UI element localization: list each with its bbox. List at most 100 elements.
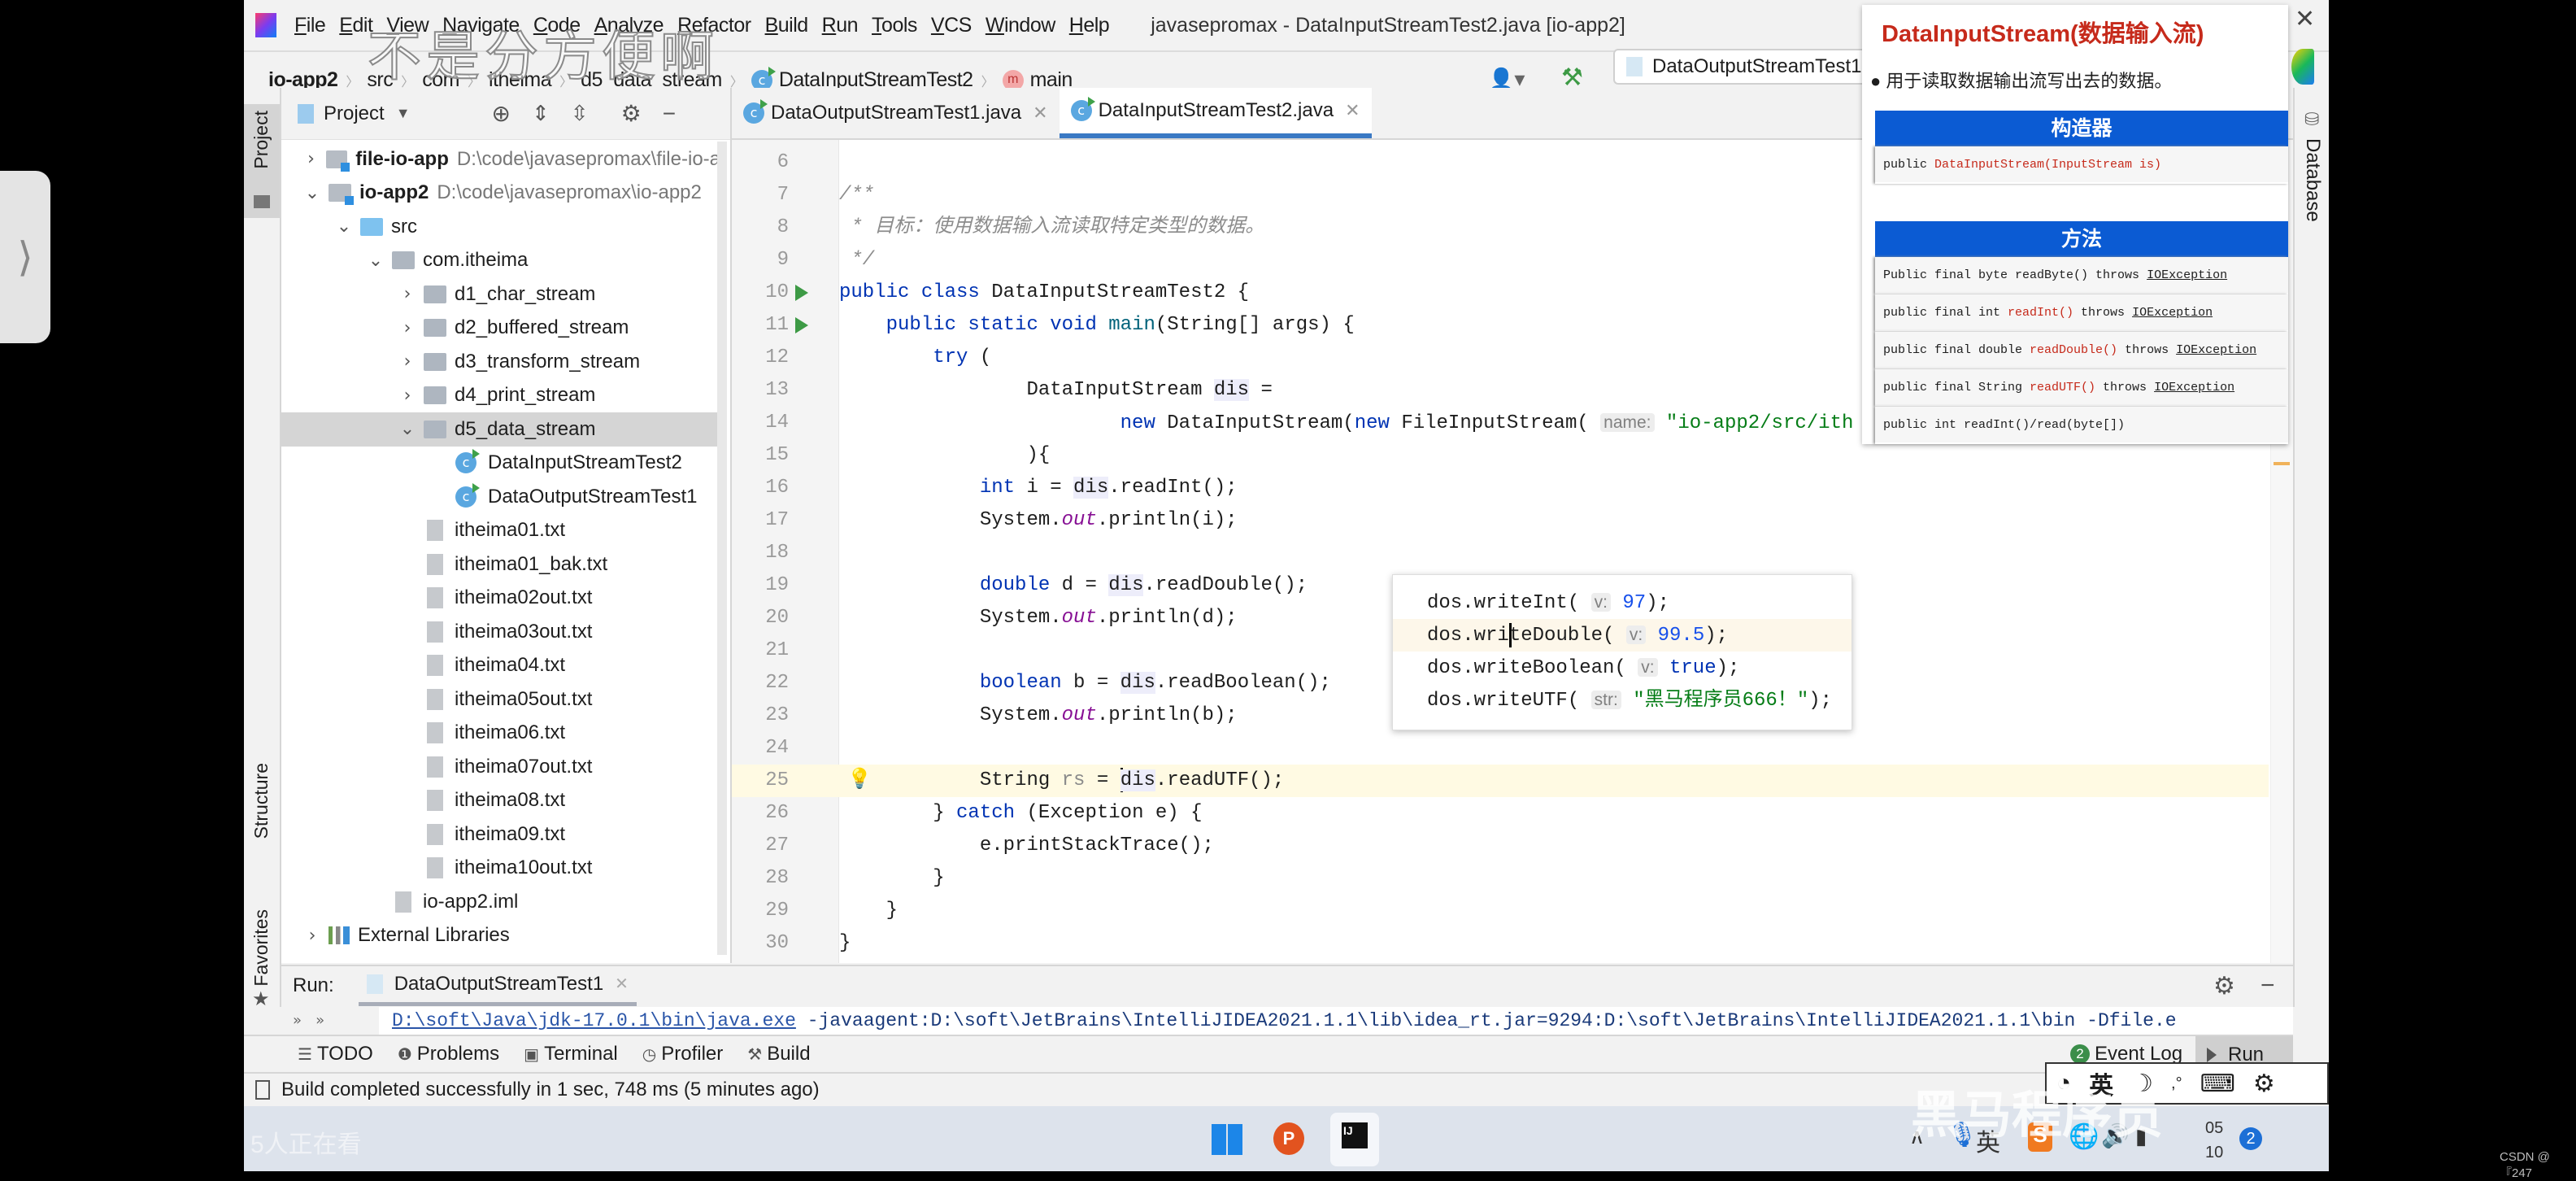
editor-tab[interactable]: c DataOutputStreamTest1.java ✕ bbox=[732, 88, 1060, 138]
code-token: } bbox=[839, 932, 851, 954]
collapse-all-icon[interactable]: ⇳ bbox=[571, 101, 589, 126]
tool-tab-profiler[interactable]: ◷ Profiler bbox=[642, 1043, 723, 1066]
gear-icon[interactable]: ⚙ bbox=[621, 100, 642, 127]
tree-item[interactable]: ⌄ d5_data_stream bbox=[281, 412, 720, 447]
tree-item[interactable]: › d3_transform_stream bbox=[281, 345, 720, 379]
tree-item[interactable]: › d1_char_stream bbox=[281, 277, 720, 312]
tree-item[interactable]: itheima02out.txt bbox=[281, 582, 720, 616]
favorites-tool-button[interactable]: Favorites bbox=[250, 909, 272, 987]
tree-item[interactable]: › External Libraries bbox=[281, 919, 720, 953]
side-handle[interactable]: ⟩ bbox=[0, 171, 50, 343]
tree-item[interactable]: itheima04.txt bbox=[281, 649, 720, 683]
database-icon: ⛁ bbox=[2304, 109, 2320, 129]
text-file-icon bbox=[427, 587, 443, 609]
close-tab-icon[interactable]: ✕ bbox=[1033, 102, 1047, 124]
code-token: dos.writeBoolean( bbox=[1427, 657, 1638, 679]
locate-icon[interactable]: ⊕ bbox=[492, 100, 511, 127]
project-tool-button[interactable]: Project bbox=[244, 104, 280, 218]
expand-all-icon[interactable]: ⇕ bbox=[532, 101, 550, 126]
close-tab-icon[interactable]: ✕ bbox=[1345, 100, 1360, 121]
gear-icon[interactable]: ⚙ bbox=[2253, 1070, 2275, 1098]
intellij-taskbar-icon[interactable]: IJ bbox=[1330, 1113, 1379, 1166]
code-token: .println(b); bbox=[1096, 704, 1238, 726]
java-path-link[interactable]: D:\soft\Java\jdk-17.0.1\bin\java.exe bbox=[392, 1010, 796, 1031]
menu-vcs[interactable]: VCS bbox=[931, 14, 972, 37]
notification-badge[interactable]: 2 bbox=[2239, 1127, 2262, 1150]
tab-label: DataInputStreamTest2.java bbox=[1098, 99, 1334, 121]
console-line: » » D:\soft\Java\jdk-17.0.1\bin\java.exe… bbox=[281, 1007, 2293, 1035]
run-config-selector[interactable]: DataOutputStreamTest1 bbox=[1613, 49, 1873, 85]
menu-help[interactable]: Help bbox=[1069, 14, 1110, 37]
menu-file[interactable]: File bbox=[294, 14, 326, 37]
punctuation-icon[interactable]: ,° bbox=[2171, 1074, 2182, 1093]
tree-item[interactable]: itheima10out.txt bbox=[281, 852, 720, 886]
chevron-right-icon[interactable]: › bbox=[391, 351, 424, 372]
profiler-icon: ◷ bbox=[642, 1046, 657, 1064]
tree-item[interactable]: › d2_buffered_stream bbox=[281, 312, 720, 346]
menu-build[interactable]: Build bbox=[765, 14, 809, 37]
tree-item[interactable]: itheima06.txt bbox=[281, 717, 720, 751]
run-gutter-icon[interactable] bbox=[795, 285, 808, 301]
clock[interactable]: 05 10 bbox=[2205, 1116, 2223, 1165]
tree-item[interactable]: ⌄ io-app2 D:\code\javasepromax\io-app2 bbox=[281, 176, 720, 211]
tree-item-label: itheima07out.txt bbox=[455, 755, 593, 778]
tree-item[interactable]: itheima01.txt bbox=[281, 514, 720, 548]
tree-item[interactable]: itheima03out.txt bbox=[281, 615, 720, 649]
chevron-down-icon[interactable]: ▼ bbox=[396, 105, 411, 122]
tree-item[interactable]: c DataOutputStreamTest1 bbox=[281, 480, 720, 514]
hide-icon[interactable]: − bbox=[663, 101, 676, 127]
text-file-icon bbox=[427, 520, 443, 542]
tool-tab-problems[interactable]: ❶ Problems bbox=[398, 1043, 499, 1066]
editor-tab[interactable]: c DataInputStreamTest2.java ✕ bbox=[1059, 88, 1372, 138]
code-line: 27 e.printStackTrace(); bbox=[732, 830, 2269, 862]
tree-item[interactable]: itheima05out.txt bbox=[281, 682, 720, 717]
tree-item[interactable]: ⌄ src bbox=[281, 210, 720, 244]
project-view-selector[interactable]: Project bbox=[324, 102, 385, 125]
tree-item[interactable]: itheima09.txt bbox=[281, 817, 720, 852]
expand-icon[interactable]: » » bbox=[281, 1007, 379, 1035]
tree-item[interactable]: itheima07out.txt bbox=[281, 750, 720, 784]
chevron-right-icon[interactable]: › bbox=[391, 386, 424, 406]
close-icon[interactable]: ✕ bbox=[2295, 5, 2315, 33]
menu-run[interactable]: Run bbox=[822, 14, 859, 37]
tree-item[interactable]: c DataInputStreamTest2 bbox=[281, 447, 720, 481]
hide-panel-icon[interactable]: − bbox=[2261, 972, 2275, 1000]
powerpoint-icon[interactable]: P bbox=[1273, 1122, 1304, 1155]
module-icon bbox=[329, 184, 354, 206]
tree-item[interactable]: itheima08.txt bbox=[281, 784, 720, 818]
code-token: out bbox=[1061, 607, 1097, 629]
structure-tool-button[interactable]: Structure bbox=[250, 763, 272, 839]
keyboard-icon[interactable]: ⌨ bbox=[2200, 1070, 2235, 1098]
line-number: 12 bbox=[765, 346, 789, 368]
tree-item[interactable]: itheima01_bak.txt bbox=[281, 547, 720, 582]
code-text: * 目标：使用数据输入流读取特定类型的数据。 bbox=[839, 211, 1264, 244]
tool-tab-build[interactable]: ⚒ Build bbox=[747, 1043, 810, 1066]
chevron-down-icon[interactable]: ⌄ bbox=[359, 251, 392, 271]
chevron-right-icon[interactable]: › bbox=[391, 318, 424, 338]
chevron-right-icon[interactable]: › bbox=[296, 149, 326, 169]
windows-start-icon[interactable] bbox=[1212, 1124, 1242, 1155]
tree-item[interactable]: › d4_print_stream bbox=[281, 379, 720, 413]
chevron-down-icon[interactable]: ⌄ bbox=[328, 216, 360, 237]
menu-window[interactable]: Window bbox=[986, 14, 1055, 37]
chevron-down-icon[interactable]: ⌄ bbox=[391, 419, 424, 439]
menu-tools[interactable]: Tools bbox=[872, 14, 917, 37]
tool-tab-label: TODO bbox=[316, 1043, 373, 1065]
gear-icon[interactable]: ⚙ bbox=[2213, 972, 2235, 1000]
code-line: 17 System.out.println(i); bbox=[732, 504, 2269, 537]
project-scrollbar[interactable] bbox=[717, 142, 727, 955]
tree-item[interactable]: io-app2.iml bbox=[281, 885, 720, 919]
run-gutter-icon[interactable] bbox=[795, 317, 808, 333]
tool-tab-terminal[interactable]: ▣ Terminal bbox=[524, 1043, 618, 1066]
database-tool-button[interactable]: Database bbox=[2301, 138, 2324, 222]
chevron-down-icon[interactable]: ⌄ bbox=[296, 183, 329, 203]
tree-item[interactable]: ⌄ com.itheima bbox=[281, 244, 720, 278]
chevron-right-icon[interactable]: › bbox=[391, 284, 424, 304]
status-toggle-icon[interactable] bbox=[255, 1080, 270, 1100]
close-tab-icon[interactable]: ✕ bbox=[615, 974, 629, 994]
run-tab[interactable]: DataOutputStreamTest1 ✕ bbox=[358, 965, 637, 1006]
tool-tab-todo[interactable]: ☰ TODO bbox=[298, 1043, 373, 1066]
code-token: out bbox=[1061, 704, 1097, 726]
chevron-right-icon[interactable]: › bbox=[296, 926, 329, 946]
tree-item[interactable]: › file-io-app D:\code\javasepromax\file-io… bbox=[281, 142, 720, 176]
